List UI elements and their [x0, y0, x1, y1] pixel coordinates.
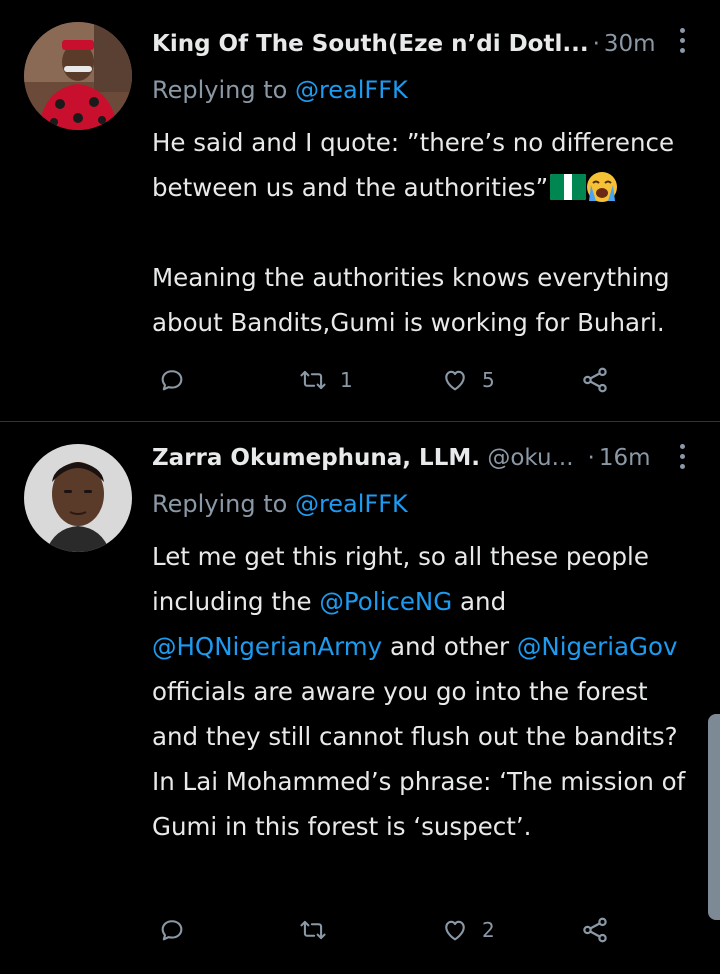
- tweet-actions: 2: [152, 910, 652, 950]
- tweet-text-part: officials are aware you go into the fore…: [152, 677, 686, 841]
- like-button[interactable]: 2: [440, 910, 495, 950]
- tweet-text-part: and: [452, 587, 507, 616]
- mention-link[interactable]: @realFFK: [295, 490, 408, 518]
- heart-icon: [445, 920, 465, 941]
- mention-link[interactable]: @NigeriaGov: [517, 632, 678, 661]
- avatar[interactable]: [24, 444, 132, 552]
- share-icon: [583, 917, 607, 943]
- tweet[interactable]: Zarra Okumephuna, LLM. @oku... · 16m Reply…: [0, 0, 720, 974]
- replying-to: Replying to @realFFK: [152, 486, 408, 522]
- mention-link[interactable]: @HQNigerianArmy: [152, 632, 382, 661]
- share-button[interactable]: [580, 910, 610, 950]
- username[interactable]: @oku...: [487, 445, 573, 471]
- reply-icon: [161, 920, 183, 941]
- like-count: 2: [482, 918, 495, 942]
- tweet-text: Let me get this right, so all these peop…: [152, 534, 697, 849]
- retweet-button[interactable]: [298, 910, 340, 950]
- retweet-icon: [300, 920, 326, 940]
- mention-link[interactable]: @PoliceNG: [319, 587, 452, 616]
- timestamp[interactable]: 16m: [599, 445, 651, 471]
- separator: ·: [587, 445, 595, 471]
- replying-to-label: Replying to: [152, 490, 288, 518]
- reply-button[interactable]: [158, 910, 198, 950]
- timeline: King Of The South(Eze n’di Dotl... · 30m R…: [0, 0, 720, 974]
- tweet-text-part: and other: [382, 632, 517, 661]
- tweet-header: Zarra Okumephuna, LLM. @oku... · 16m: [152, 440, 672, 476]
- more-vertical-icon[interactable]: [674, 444, 690, 474]
- display-name[interactable]: Zarra Okumephuna, LLM.: [152, 445, 480, 471]
- scrollbar-thumb[interactable]: [708, 714, 720, 920]
